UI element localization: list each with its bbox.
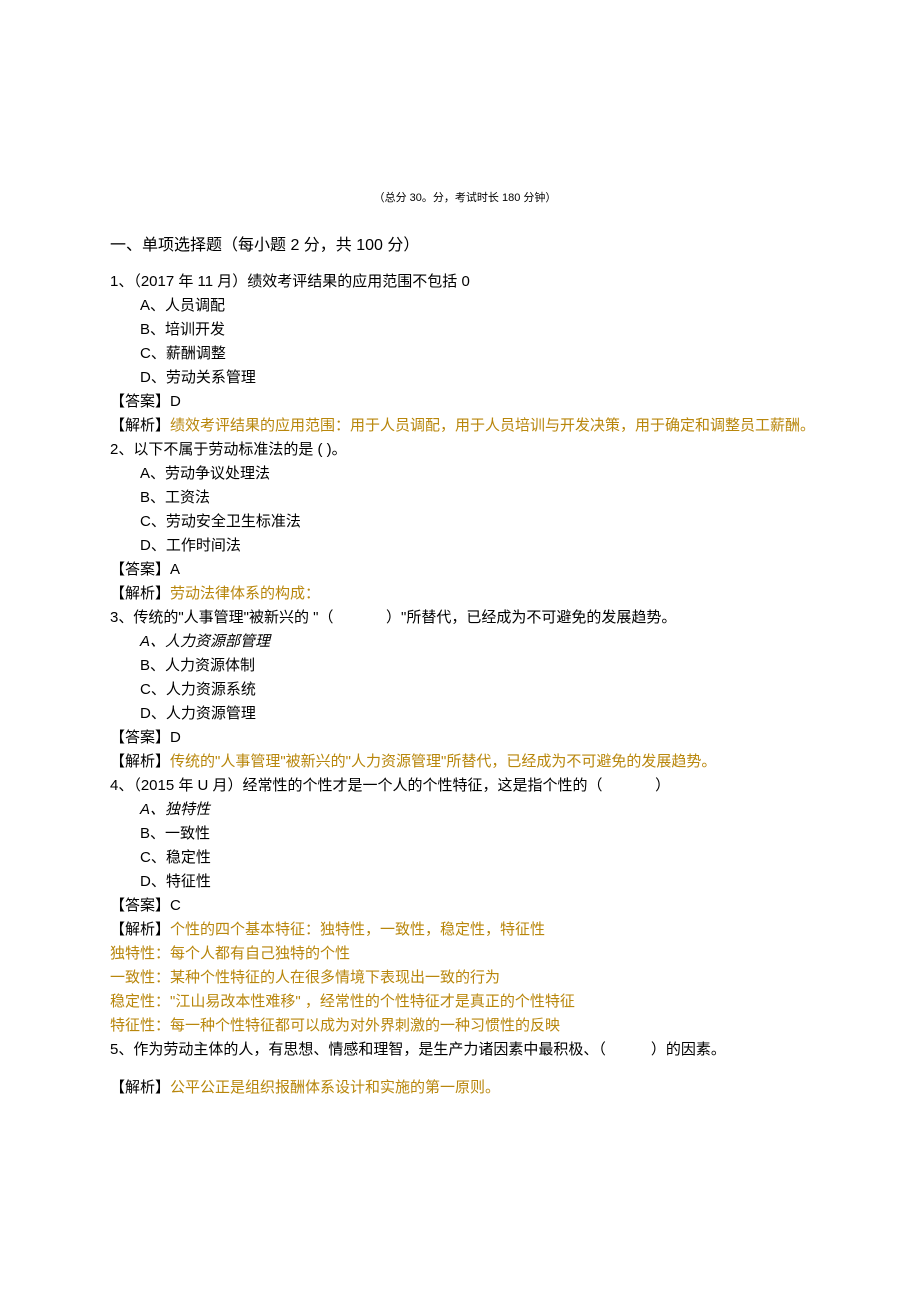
q1-stem: 1、（2017 年 11 月）绩效考评结果的应用范围不包括 0 <box>110 270 820 294</box>
analysis-text: 绩效考评结果的应用范围：用于人员调配，用于人员培训与开发决策，用于确定和调整员工… <box>170 417 815 434</box>
q2-stem: 2、以下不属于劳动标准法的是 ( )。 <box>110 438 820 462</box>
q2-option-c: C、劳动安全卫生标准法 <box>140 510 820 534</box>
analysis-text: 公平公正是组织报酬体系设计和实施的第一原则。 <box>170 1079 500 1096</box>
q3-option-d: D、人力资源管理 <box>140 702 820 726</box>
blank-line <box>110 1062 820 1076</box>
q4-option-c: C、稳定性 <box>140 846 820 870</box>
q4-option-d: D、特征性 <box>140 870 820 894</box>
analysis-label: 【解析】 <box>110 921 170 938</box>
q4-analysis-line3: 一致性：某种个性特征的人在很多情境下表现出一致的行为 <box>110 966 820 990</box>
q5-stem-b: ）的因素。 <box>651 1041 726 1058</box>
q4-analysis-line1: 【解析】个性的四个基本特征：独特性，一致性，稳定性，特征性 <box>110 918 820 942</box>
q2-answer: 【答案】A <box>110 558 820 582</box>
q4-option-b: B、一致性 <box>140 822 820 846</box>
section-title: 一、单项选择题（每小题 2 分，共 100 分） <box>110 233 820 259</box>
q2-analysis: 【解析】劳动法律体系的构成： <box>110 582 820 606</box>
q1-analysis: 【解析】绩效考评结果的应用范围：用于人员调配，用于人员培训与开发决策，用于确定和… <box>110 414 820 438</box>
analysis-label: 【解析】 <box>110 1079 170 1096</box>
q4-analysis-line4: 稳定性："江山易改本性难移" ，经常性的个性特征才是真正的个性特征 <box>110 990 820 1014</box>
q3-answer: 【答案】D <box>110 726 820 750</box>
analysis-label: 【解析】 <box>110 585 170 602</box>
q2-option-b: B、工资法 <box>140 486 820 510</box>
analysis-text: 个性的四个基本特征：独特性，一致性，稳定性，特征性 <box>170 921 545 938</box>
q3-stem: 3、传统的"人事管理"被新兴的 "（ ）"所替代，已经成为不可避免的发展趋势。 <box>110 606 820 630</box>
q1-answer: 【答案】D <box>110 390 820 414</box>
q4-analysis-line2: 独特性：每个人都有自己独特的个性 <box>110 942 820 966</box>
analysis-text: 劳动法律体系的构成： <box>170 585 320 602</box>
q1-option-c: C、薪酬调整 <box>140 342 820 366</box>
exam-meta: （总分 30。分，考试时长 180 分钟） <box>110 190 820 208</box>
q3-stem-a: 3、传统的"人事管理"被新兴的 "（ <box>110 609 334 626</box>
q2-option-a: A、劳动争议处理法 <box>140 462 820 486</box>
q2-option-d: D、工作时间法 <box>140 534 820 558</box>
q1-option-d: D、劳动关系管理 <box>140 366 820 390</box>
q3-stem-b: ）"所替代，已经成为不可避免的发展趋势。 <box>386 609 676 626</box>
q3-analysis: 【解析】传统的"人事管理"被新兴的"人力资源管理"所替代，已经成为不可避免的发展… <box>110 750 820 774</box>
q3-option-a: A、人力资源部管理 <box>140 630 820 654</box>
q4-stem-a: 4、（2015 年 U 月）经常性的个性才是一个人的个性特征，这是指个性的（ <box>110 777 603 794</box>
q5-stem-a: 5、作为劳动主体的人，有思想、情感和理智，是生产力诸因素中最积极、（ <box>110 1041 606 1058</box>
q5-analysis: 【解析】公平公正是组织报酬体系设计和实施的第一原则。 <box>110 1076 820 1100</box>
analysis-label: 【解析】 <box>110 753 170 770</box>
q4-option-a: A、独特性 <box>140 798 820 822</box>
q3-option-b: B、人力资源体制 <box>140 654 820 678</box>
q4-stem: 4、（2015 年 U 月）经常性的个性才是一个人的个性特征，这是指个性的（ ） <box>110 774 820 798</box>
q1-option-b: B、培训开发 <box>140 318 820 342</box>
q4-stem-b: ） <box>655 777 670 794</box>
q1-option-a: A、人员调配 <box>140 294 820 318</box>
q3-option-c: C、人力资源系统 <box>140 678 820 702</box>
q5-stem: 5、作为劳动主体的人，有思想、情感和理智，是生产力诸因素中最积极、（ ）的因素。 <box>110 1038 820 1062</box>
q4-analysis-line5: 特征性：每一种个性特征都可以成为对外界刺激的一种习惯性的反映 <box>110 1014 820 1038</box>
analysis-label: 【解析】 <box>110 417 170 434</box>
analysis-text: 传统的"人事管理"被新兴的"人力资源管理"所替代，已经成为不可避免的发展趋势。 <box>170 753 716 770</box>
q4-answer: 【答案】C <box>110 894 820 918</box>
